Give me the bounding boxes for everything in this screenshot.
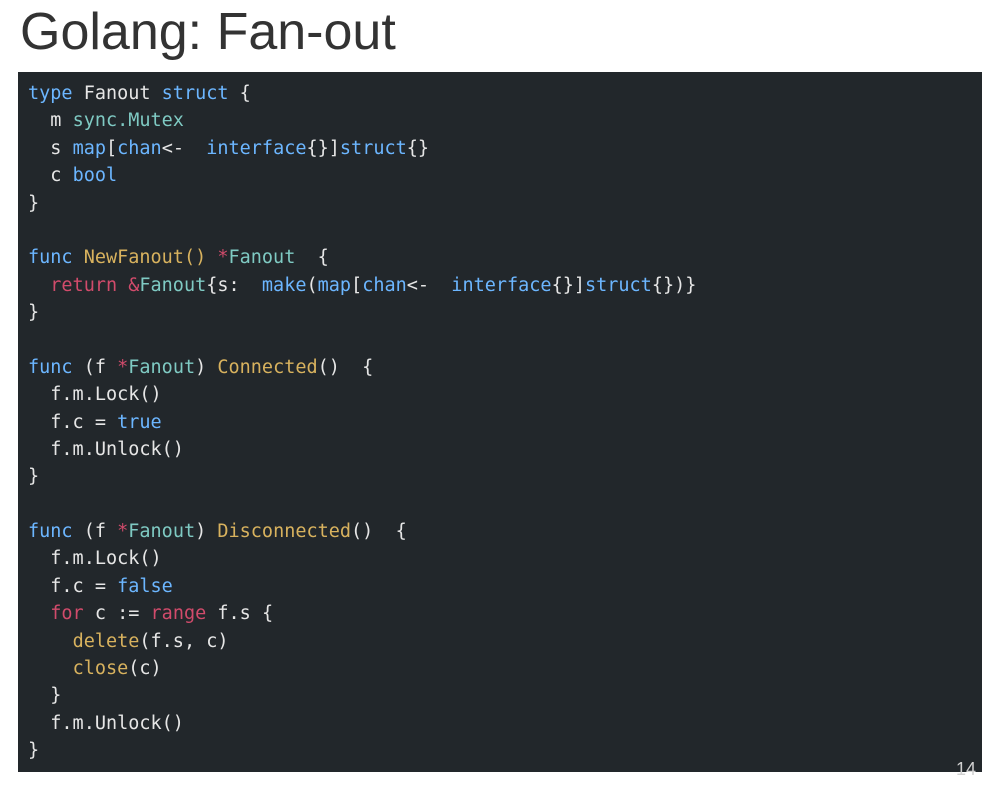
slide-container: Golang: Fan-out type Fanout struct { m s…: [0, 0, 1000, 786]
code-token: ): [195, 357, 217, 378]
code-token: <-: [162, 138, 184, 159]
code-token: chan: [362, 275, 407, 296]
code-token: (f: [73, 521, 118, 542]
code-token: make: [262, 275, 307, 296]
code-token: (f.s, c): [139, 631, 228, 652]
code-token: }: [28, 740, 39, 761]
code-token: [28, 658, 73, 679]
code-token: [28, 603, 50, 624]
code-token: f.m.Unlock(): [28, 439, 184, 460]
code-token: (f: [73, 357, 118, 378]
code-token: }: [28, 466, 39, 487]
code-token: {}: [407, 138, 429, 159]
code-token: sync.Mutex: [73, 110, 184, 131]
code-token: NewFanout(): [73, 247, 218, 268]
code-token: Fanout: [73, 83, 162, 104]
code-token: bool: [73, 165, 118, 186]
code-token: interface: [429, 275, 552, 296]
code-token: [28, 631, 73, 652]
code-token: }: [28, 685, 61, 706]
code-token: {})}: [652, 275, 697, 296]
slide-title: Golang: Fan-out: [0, 0, 1000, 72]
code-token: Fanout: [139, 275, 206, 296]
code-token: true: [117, 412, 162, 433]
code-token: (: [306, 275, 317, 296]
code-token: chan: [117, 138, 162, 159]
code-token: Fanout: [128, 357, 195, 378]
code-token: map: [73, 138, 106, 159]
code-token: {s:: [206, 275, 262, 296]
code-token: {}: [552, 275, 574, 296]
code-token: () {: [318, 357, 374, 378]
code-token: f.m.Lock(): [28, 548, 162, 569]
code-token: [: [106, 138, 117, 159]
code-token: (c): [128, 658, 161, 679]
code-token: func: [28, 247, 73, 268]
code-token: f.m.Unlock(): [28, 713, 184, 734]
code-token: *: [117, 357, 128, 378]
code-token: s: [28, 138, 73, 159]
code-token: :=: [117, 603, 139, 624]
code-token: () {: [351, 521, 407, 542]
code-token: func: [28, 357, 73, 378]
code-token: struct: [585, 275, 652, 296]
code-token: struct: [162, 83, 229, 104]
code-token: f.m.Lock(): [28, 384, 162, 405]
code-token: }: [28, 302, 39, 323]
code-token: interface: [184, 138, 307, 159]
code-token: f.c =: [28, 576, 117, 597]
code-token: c: [84, 603, 117, 624]
code-token: }: [28, 193, 39, 214]
code-token: close: [73, 658, 129, 679]
code-block: type Fanout struct { m sync.Mutex s map[…: [18, 72, 982, 772]
code-token: for: [50, 603, 83, 624]
code-token: [139, 603, 150, 624]
code-token: f.c =: [28, 412, 117, 433]
code-token: [28, 275, 50, 296]
code-token: Fanout: [229, 247, 296, 268]
code-token: [117, 275, 128, 296]
page-number: 14: [956, 759, 976, 780]
code-token: c: [28, 165, 73, 186]
code-token: *: [217, 247, 228, 268]
code-token: func: [28, 521, 73, 542]
code-token: <-: [407, 275, 429, 296]
code-token: map: [318, 275, 351, 296]
code-token: false: [117, 576, 173, 597]
code-token: return: [50, 275, 117, 296]
code-token: [: [351, 275, 362, 296]
code-token: type: [28, 83, 73, 104]
code-token: *: [117, 521, 128, 542]
code-token: {}: [307, 138, 329, 159]
code-token: Connected: [217, 357, 317, 378]
code-token: m: [28, 110, 73, 131]
code-token: f.s {: [206, 603, 273, 624]
code-token: ]: [574, 275, 585, 296]
code-token: range: [151, 603, 207, 624]
code-token: ): [195, 521, 217, 542]
code-token: {: [229, 83, 251, 104]
code-token: ]: [329, 138, 340, 159]
code-token: {: [295, 247, 328, 268]
code-token: struct: [340, 138, 407, 159]
code-token: delete: [73, 631, 140, 652]
code-token: Fanout: [128, 521, 195, 542]
code-token: &: [128, 275, 139, 296]
code-token: Disconnected: [217, 521, 351, 542]
